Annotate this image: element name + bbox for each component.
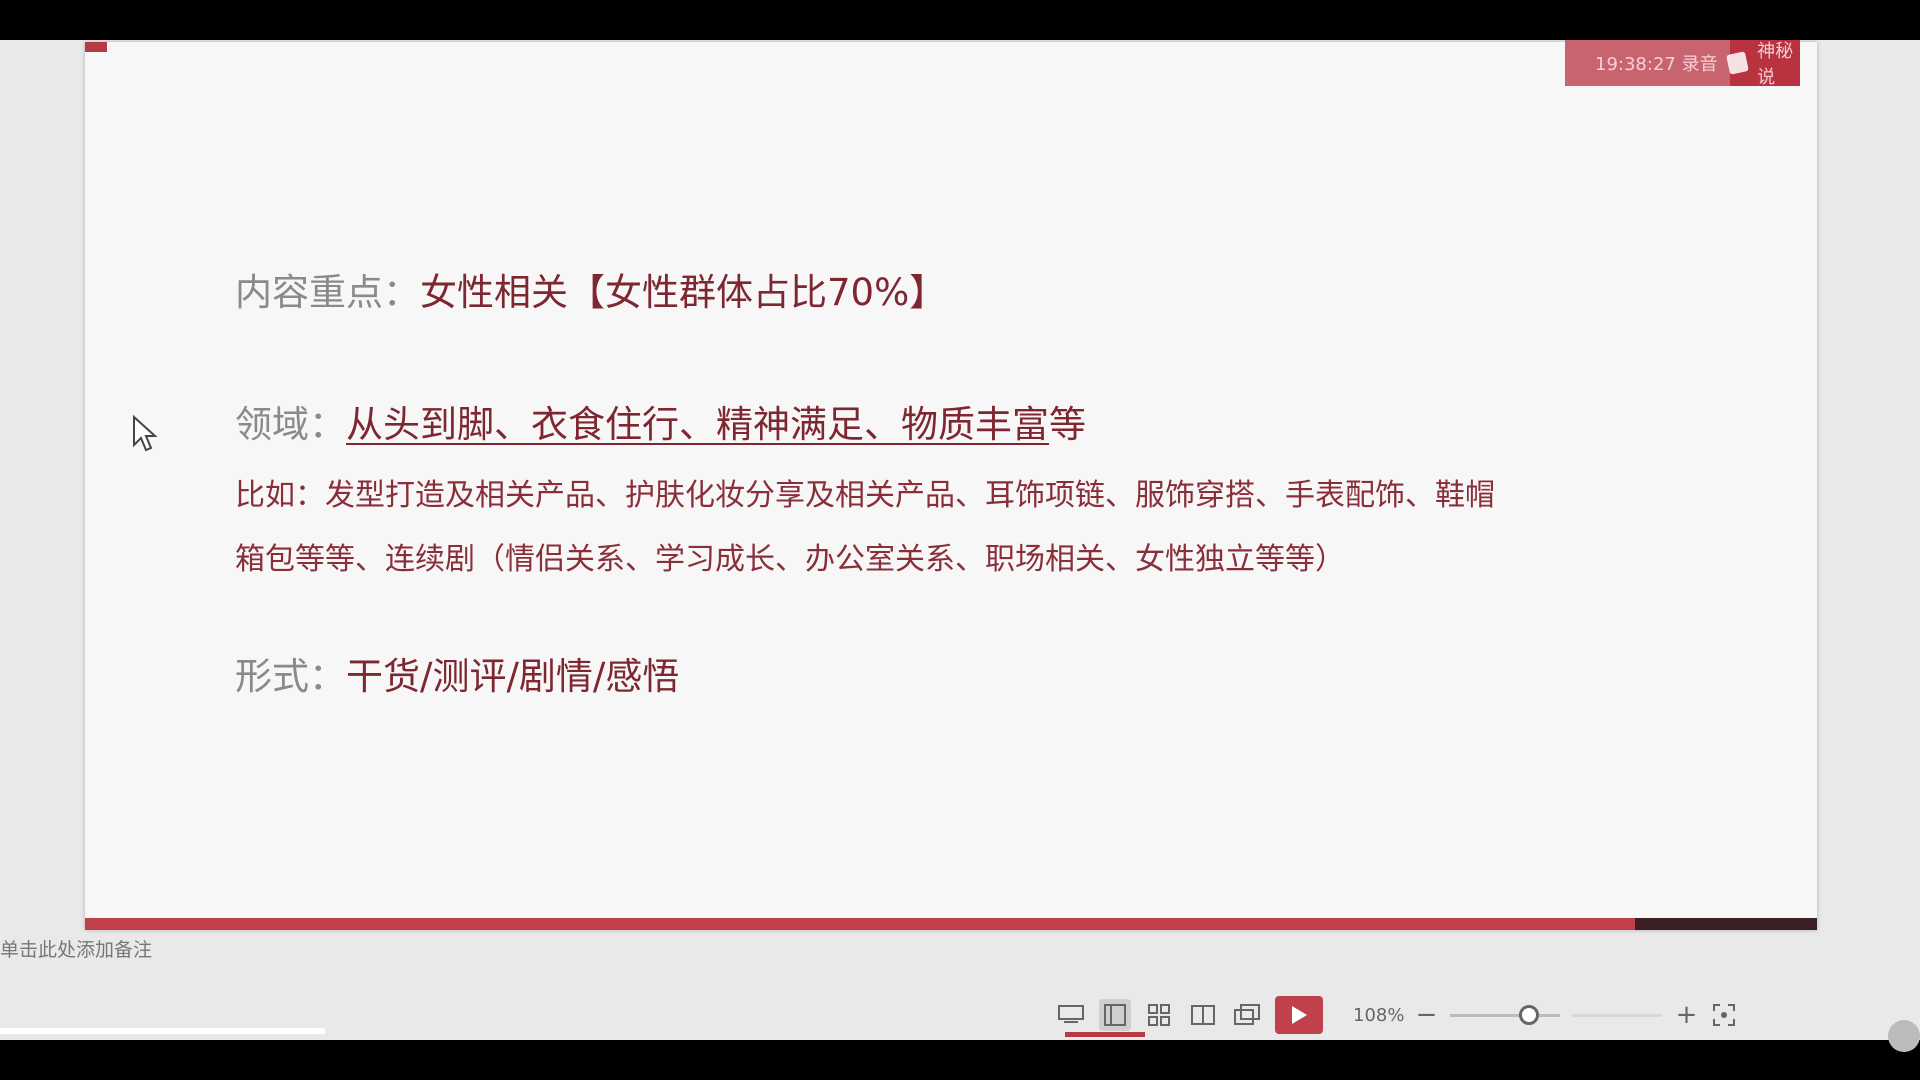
examples-line-2: 箱包等等、连续剧（情侣关系、学习成长、办公室关系、职场相关、女性独立等等） (235, 542, 1345, 577)
fit-to-window-button[interactable] (1708, 999, 1740, 1031)
reading-view-button[interactable] (1187, 999, 1219, 1031)
zoom-level[interactable]: 108% (1353, 1005, 1404, 1026)
fit-window-icon (1713, 1004, 1736, 1026)
presenter-view-button[interactable] (1231, 999, 1263, 1031)
domain-label: 领域： (235, 403, 346, 446)
grid-view-icon (1148, 1004, 1170, 1026)
format-value: 干货/测评/剧情/感悟 (346, 655, 680, 698)
normal-view-button[interactable] (1099, 999, 1131, 1031)
recorder-name: 神秘说 (1757, 41, 1794, 88)
recorder-icon (1726, 51, 1749, 75)
notes-placeholder[interactable]: 单击此处添加备注 (0, 935, 152, 962)
slide-sorter-button[interactable] (1143, 999, 1175, 1031)
format-label: 形式： (235, 655, 346, 698)
content-focus-line: 内容重点：女性相关【女性群体占比70%】 (235, 262, 946, 316)
examples-line-1: 比如：发型打造及相关产品、护肤化妆分享及相关产品、耳饰项链、服饰穿搭、手表配饰、… (235, 478, 1495, 513)
presentation-app: 内容重点：女性相关【女性群体占比70%】 领域：从头到脚、衣食住行、精神满足、物… (0, 40, 1920, 1052)
slide-progress-fill (85, 918, 1636, 930)
zoom-slider-track (1572, 1013, 1663, 1017)
domain-value: 从头到脚、衣食住行、精神满足、物质丰富 (346, 403, 1049, 446)
account-avatar[interactable] (1888, 1020, 1920, 1052)
domain-tail: 等 (1049, 403, 1086, 446)
slide-corner-marker (85, 42, 107, 52)
presenter-icon (1234, 1004, 1260, 1025)
notes-toggle-button[interactable] (1055, 999, 1087, 1031)
zoom-in-icon[interactable]: + (1674, 1000, 1698, 1030)
zoom-slider[interactable] (1450, 1004, 1561, 1025)
play-icon (1292, 1006, 1307, 1024)
recording-time: 19:38:27 录音 (1595, 54, 1718, 75)
zoom-out-icon[interactable]: − (1414, 1000, 1438, 1030)
normal-view-icon (1104, 1004, 1126, 1026)
content-focus-label: 内容重点： (235, 271, 420, 314)
slide-progress-bar (85, 918, 1817, 930)
view-statusbar: 108% − + (1055, 995, 1752, 1035)
domain-line: 领域：从头到脚、衣食住行、精神满足、物质丰富等 (235, 394, 1086, 448)
recording-badge[interactable]: 19:38:27 录音 神秘说 (1565, 40, 1800, 88)
zoom-slider-knob[interactable] (1518, 1004, 1539, 1025)
notes-pane-edge (0, 1028, 325, 1034)
book-icon (1191, 1005, 1215, 1025)
content-focus-value: 女性相关【女性群体占比70%】 (420, 271, 947, 314)
mouse-cursor-icon (133, 415, 158, 452)
taskbar-active-indicator (1065, 1032, 1145, 1037)
notes-icon (1058, 1005, 1084, 1023)
slide-canvas[interactable]: 内容重点：女性相关【女性群体占比70%】 领域：从头到脚、衣食住行、精神满足、物… (85, 42, 1817, 930)
slideshow-play-button[interactable] (1275, 996, 1323, 1034)
format-line: 形式：干货/测评/剧情/感悟 (235, 646, 679, 700)
